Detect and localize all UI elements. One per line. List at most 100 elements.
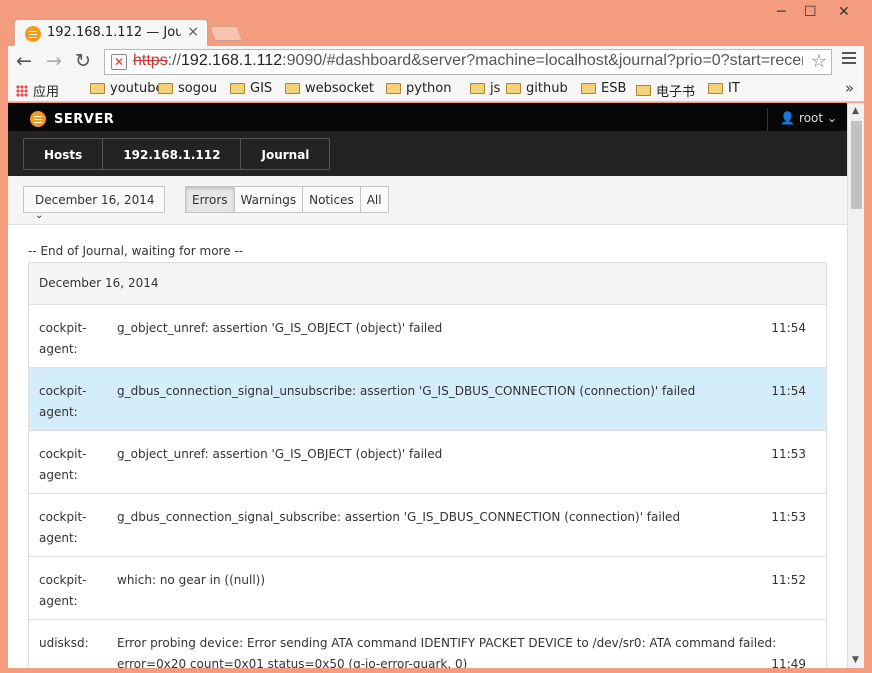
bookmark-label: 应用 <box>33 85 60 100</box>
breadcrumb-journal[interactable]: Journal <box>241 139 329 169</box>
breadcrumb-bar: Hosts 192.168.1.112 Journal <box>8 131 847 176</box>
folder-icon <box>470 83 485 94</box>
minimize-button[interactable]: ─ <box>777 4 785 20</box>
cockpit-logo-icon <box>30 111 46 127</box>
journal-entry-time: 11:53 <box>771 510 806 524</box>
bookmark-item[interactable]: IT <box>708 81 740 96</box>
folder-icon <box>581 83 596 94</box>
page-scrollbar[interactable]: ▲ ▼ <box>847 103 864 668</box>
journal-entry-time: 11:54 <box>771 384 806 398</box>
folder-icon <box>158 83 173 94</box>
journal-entry-message: g_object_unref: assertion 'G_IS_OBJECT (… <box>117 321 443 335</box>
bookmark-star-icon[interactable]: ☆ <box>811 51 827 72</box>
browser-toolbar: ← → ↻ https://192.168.1.112:9090/#dashbo… <box>8 46 864 78</box>
date-dropdown-label: December 16, 2014 <box>35 193 155 207</box>
bookmark-label: github <box>526 81 568 96</box>
bookmark-item[interactable]: ESB <box>581 81 626 96</box>
folder-icon <box>636 85 651 96</box>
journal-entry-row[interactable]: udisksd: Error probing device: Error send… <box>29 620 826 668</box>
cockpit-top-nav: SERVER 👤 root ⌄ <box>8 103 847 132</box>
back-button[interactable]: ← <box>16 50 32 72</box>
bookmark-item[interactable]: sogou <box>158 81 217 96</box>
bookmark-label: GIS <box>250 81 273 96</box>
journal-entry-message: g_dbus_connection_signal_unsubscribe: as… <box>117 384 696 398</box>
bookmark-label: websocket <box>305 81 374 96</box>
page-viewport: SERVER 👤 root ⌄ Hosts 192.168.1.112 Jour… <box>8 103 864 668</box>
bookmark-label: youtube <box>110 81 164 96</box>
bookmarks-overflow-icon[interactable]: » <box>845 79 854 97</box>
journal-entry-identifier: cockpit-agent: <box>39 384 87 419</box>
priority-warnings-button[interactable]: Warnings <box>234 187 304 212</box>
journal-entry-identifier: cockpit-agent: <box>39 321 87 356</box>
bookmark-item[interactable]: 应用 <box>16 81 59 100</box>
journal-entry-row[interactable]: cockpit-agent: g_object_unref: assertion … <box>29 431 826 494</box>
journal-entry-row[interactable]: cockpit-agent: g_dbus_connection_signal_u… <box>29 368 826 431</box>
journal-entry-message: g_object_unref: assertion 'G_IS_OBJECT (… <box>117 447 443 461</box>
journal-list: December 16, 2014 cockpit-agent: g_object… <box>28 262 827 668</box>
url-text[interactable]: https://192.168.1.112:9090/#dashboard&se… <box>133 52 803 70</box>
browser-tab[interactable]: 192.168.1.112 — Journal × <box>14 19 208 46</box>
scroll-up-arrow-icon[interactable]: ▲ <box>852 106 859 116</box>
forward-button[interactable]: → <box>46 50 62 72</box>
bookmark-item[interactable]: python <box>386 81 451 96</box>
user-menu[interactable]: 👤 root ⌄ <box>767 108 847 132</box>
close-window-button[interactable]: ✕ <box>838 4 850 20</box>
bookmark-item[interactable]: GIS <box>230 81 272 96</box>
journal-entry-identifier: cockpit-agent: <box>39 573 87 608</box>
maximize-button[interactable]: ☐ <box>804 4 817 20</box>
breadcrumb-server[interactable]: 192.168.1.112 <box>103 139 242 169</box>
journal-entry-row[interactable]: cockpit-agent: g_object_unref: assertion … <box>29 305 826 368</box>
scroll-down-arrow-icon[interactable]: ▼ <box>852 655 859 665</box>
journal-end-note: -- End of Journal, waiting for more -- <box>28 244 244 258</box>
journal-entry-message: Error probing device: Error sending ATA … <box>117 636 777 668</box>
bookmark-item[interactable]: github <box>506 81 568 96</box>
bookmark-item[interactable]: js <box>470 81 500 96</box>
priority-filter-group: Errors Warnings Notices All <box>185 186 389 213</box>
breadcrumb: Hosts 192.168.1.112 Journal <box>23 138 331 170</box>
bookmark-item[interactable]: websocket <box>285 81 374 96</box>
journal-entry-identifier: cockpit-agent: <box>39 510 87 545</box>
priority-all-button[interactable]: All <box>360 187 388 212</box>
apps-grid-icon <box>16 84 28 97</box>
breadcrumb-hosts[interactable]: Hosts <box>24 139 104 169</box>
journal-filter-bar: December 16, 2014 ⌄ Errors Warnings Notice… <box>8 176 847 225</box>
journal-entry-time: 11:52 <box>771 573 806 587</box>
folder-icon <box>506 83 521 94</box>
insecure-lock-icon[interactable] <box>111 54 127 70</box>
bookmark-label: js <box>490 81 501 96</box>
reload-button[interactable]: ↻ <box>75 50 91 72</box>
folder-icon <box>285 83 300 94</box>
bookmark-item[interactable]: youtube <box>90 81 163 96</box>
tab-title: 192.168.1.112 — Journal <box>47 25 181 40</box>
priority-notices-button[interactable]: Notices <box>303 187 361 212</box>
chevron-down-icon: ⌄ <box>35 210 44 221</box>
tab-close-icon[interactable]: × <box>187 24 199 40</box>
bookmark-label: 电子书 <box>656 85 696 100</box>
user-name: root <box>799 111 824 125</box>
scrollbar-thumb[interactable] <box>851 121 862 209</box>
folder-icon <box>386 83 401 94</box>
journal-entry-identifier: udisksd: <box>39 636 89 650</box>
journal-entry-message: which: no gear in ((null)) <box>117 573 266 587</box>
journal-entry-row[interactable]: cockpit-agent: g_dbus_connection_signal_s… <box>29 494 826 557</box>
user-icon: 👤 <box>780 111 796 125</box>
bookmark-label: python <box>406 81 452 96</box>
priority-errors-button[interactable]: Errors <box>186 187 235 212</box>
browser-window: 192.168.1.112 — Journal × ─ ☐ ✕ ← → ↻ ht… <box>0 0 872 673</box>
journal-entry-identifier: cockpit-agent: <box>39 447 87 482</box>
journal-entry-time: 11:49 <box>771 657 806 668</box>
journal-entry-message: g_dbus_connection_signal_subscribe: asse… <box>117 510 681 524</box>
folder-icon <box>708 83 723 94</box>
journal-entry-row[interactable]: cockpit-agent: which: no gear in ((null))… <box>29 557 826 620</box>
folder-icon <box>230 83 245 94</box>
date-dropdown[interactable]: December 16, 2014 ⌄ <box>23 186 165 221</box>
journal-day-header: December 16, 2014 <box>29 263 826 305</box>
new-tab-button[interactable] <box>209 26 243 41</box>
cockpit-favicon-icon <box>25 26 41 42</box>
bookmark-label: sogou <box>178 81 218 96</box>
bookmark-item[interactable]: 电子书 <box>636 81 695 100</box>
brand-title: SERVER <box>54 112 115 127</box>
browser-menu-icon[interactable] <box>842 52 856 54</box>
journal-entry-time: 11:53 <box>771 447 806 461</box>
address-bar[interactable]: https://192.168.1.112:9090/#dashboard&se… <box>104 49 832 75</box>
